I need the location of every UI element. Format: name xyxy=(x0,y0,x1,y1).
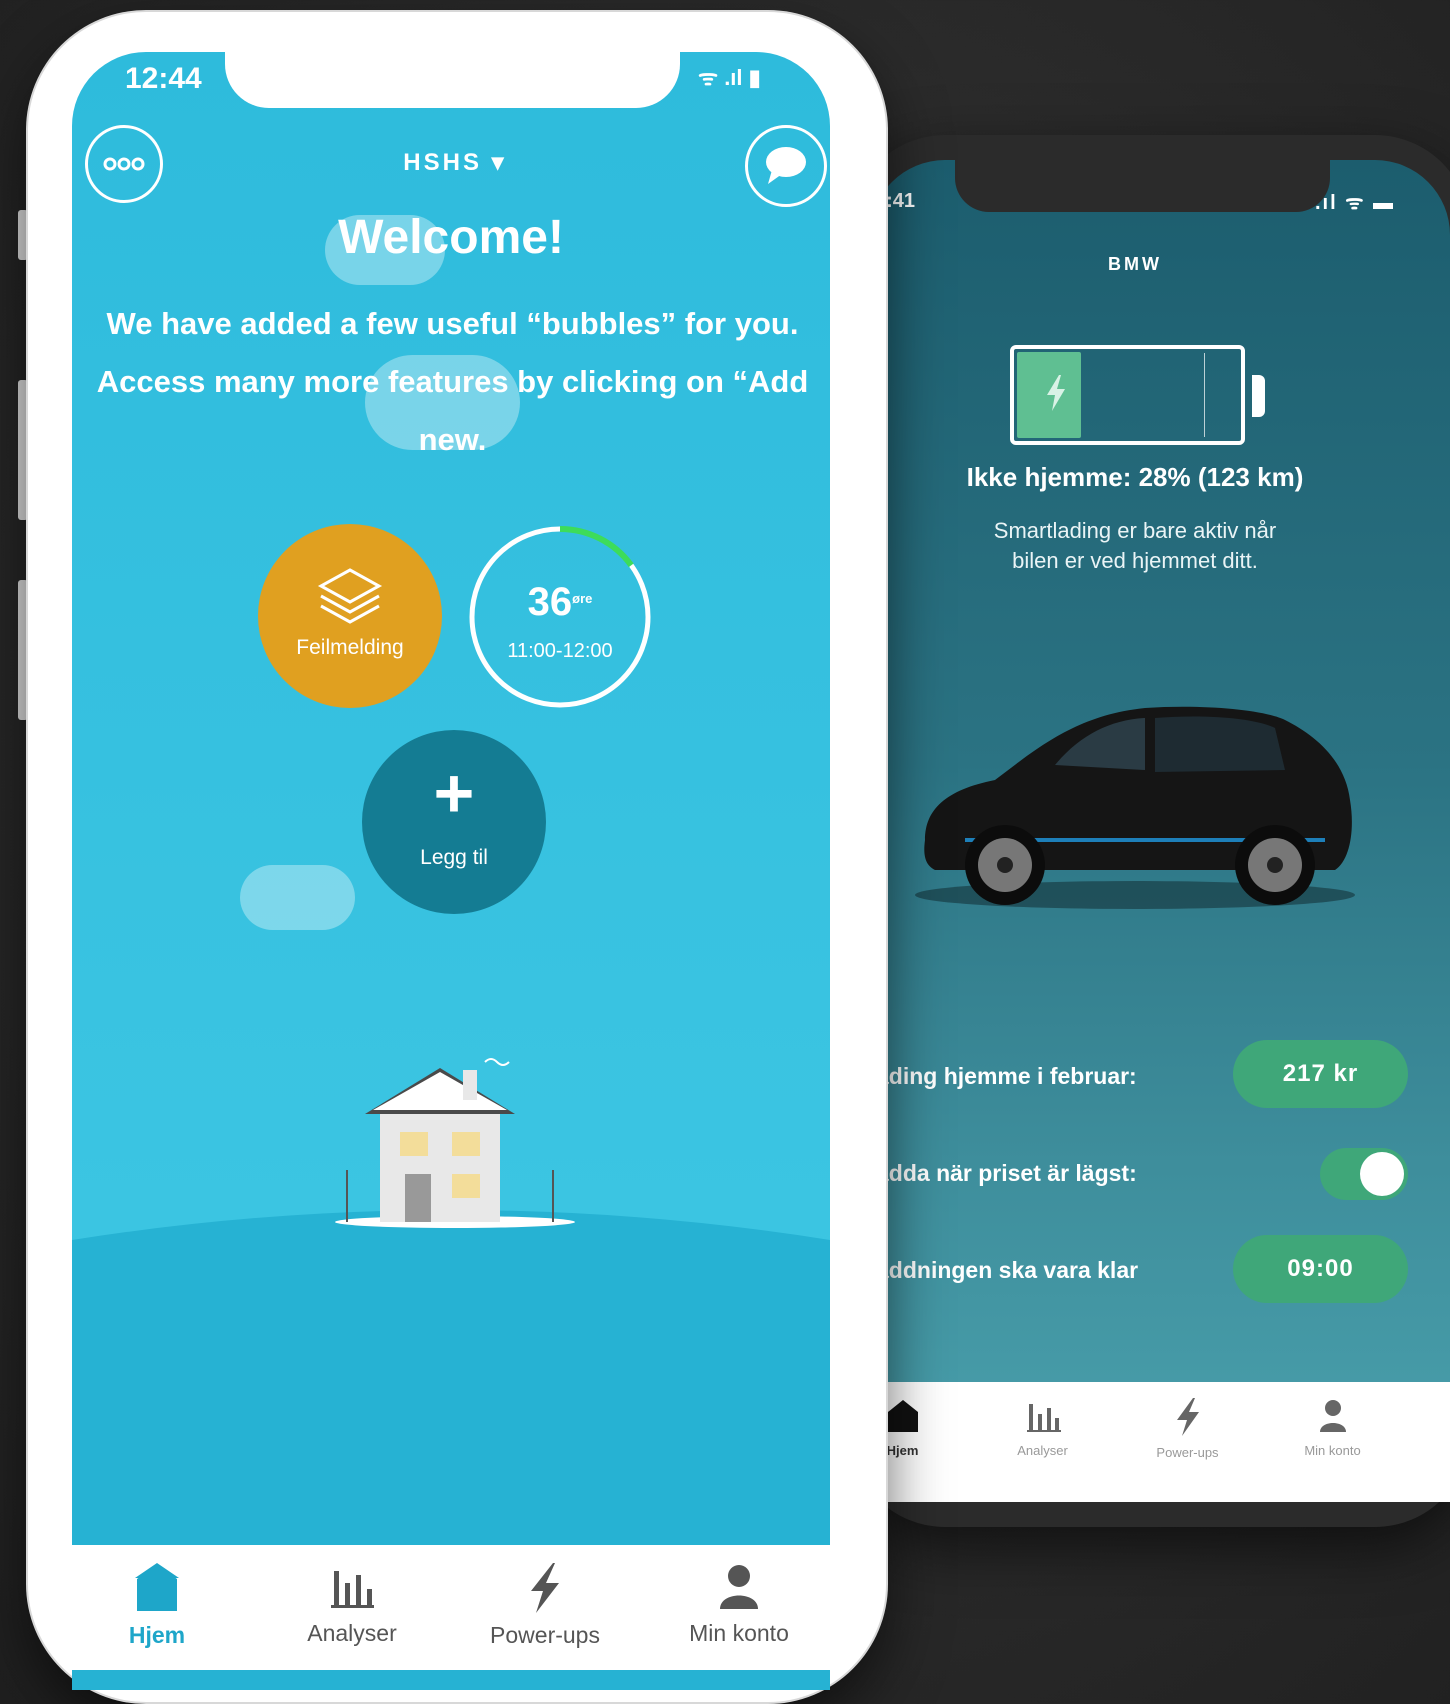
user-icon xyxy=(1319,1400,1346,1432)
nav-item-powerups[interactable]: Power-ups xyxy=(450,1545,640,1670)
plus-icon: + xyxy=(433,754,475,832)
welcome-line-3: new. xyxy=(418,422,487,457)
price-unit: øre xyxy=(572,591,593,606)
nav-item-konto-secondary[interactable]: Min konto xyxy=(1260,1382,1405,1502)
price-value: 36øre xyxy=(465,580,655,625)
primary-phone-notch xyxy=(225,52,680,108)
layers-icon xyxy=(317,568,383,624)
status-icons: ᯤ .ıl ▮ xyxy=(698,65,761,90)
battery-tip xyxy=(1252,375,1265,417)
nav-item-min-konto[interactable]: Min konto xyxy=(644,1545,834,1670)
ready-time-value[interactable]: 09:00 xyxy=(1233,1235,1408,1303)
home-icon xyxy=(135,1563,179,1611)
battery-threshold-mark xyxy=(1204,353,1205,437)
add-label: Legg til xyxy=(420,846,488,869)
car-image xyxy=(915,706,1355,909)
chat-button[interactable] xyxy=(745,125,827,207)
mute-switch xyxy=(18,210,28,260)
nav-label: Power-ups xyxy=(1156,1445,1219,1460)
primary-bottom-nav: Hjem Analyser Power-ups Min konto xyxy=(72,1545,830,1670)
welcome-title: Welcome! xyxy=(338,211,564,264)
welcome-message: We have added a few useful “bubbles” for… xyxy=(80,295,825,469)
ellipsis-icon xyxy=(103,157,145,171)
vehicle-title[interactable]: BMW xyxy=(870,254,1400,275)
charging-cost-label: ading hjemme i februar: xyxy=(876,1063,1137,1089)
nav-label: Min konto xyxy=(689,1620,789,1646)
user-icon xyxy=(720,1565,758,1609)
charging-cost-value[interactable]: 217 kr xyxy=(1233,1040,1408,1108)
account-selector[interactable]: HSHS ▾ xyxy=(380,148,530,177)
bar-chart-icon xyxy=(1026,1404,1061,1432)
toggle-knob xyxy=(1360,1152,1404,1196)
nav-item-hjem[interactable]: Hjem xyxy=(62,1545,252,1670)
cheapest-price-toggle[interactable] xyxy=(1320,1148,1408,1200)
note-line-1: Smartlading er bare aktiv når xyxy=(993,518,1277,543)
nav-label: Analyser xyxy=(307,1620,397,1646)
cheapest-price-label: adda när priset är lägst: xyxy=(876,1160,1137,1186)
fault-report-label: Feilmelding xyxy=(296,636,404,659)
status-icons: .ıl ᯤ ▬ xyxy=(1315,192,1396,214)
nav-item-analyser[interactable]: Analyser xyxy=(257,1545,447,1670)
home-icon xyxy=(887,1400,918,1432)
nav-item-powerups-secondary[interactable]: Power-ups xyxy=(1115,1382,1260,1502)
nav-label: Power-ups xyxy=(490,1622,600,1648)
secondary-phone-notch xyxy=(955,160,1330,212)
menu-button[interactable] xyxy=(85,125,163,203)
fault-report-bubble[interactable]: Feilmelding xyxy=(258,524,442,708)
note-line-2: bilen er ved hjemmet ditt. xyxy=(1012,548,1258,573)
welcome-line-2: Access many more features by clicking on… xyxy=(96,364,809,399)
volume-down-button xyxy=(18,580,28,720)
price-time-range: 11:00-12:00 xyxy=(507,640,613,662)
nav-label: Hjem xyxy=(128,1622,186,1648)
nav-label: Min konto xyxy=(1304,1443,1361,1458)
volume-up-button xyxy=(18,380,28,520)
nav-item-analyser-secondary[interactable]: Analyser xyxy=(970,1382,1115,1502)
price-number: 36 xyxy=(527,580,573,624)
charge-status: Ikke hjemme: 28% (123 km) xyxy=(966,462,1304,492)
smart-charging-note: Smartlading er bare aktiv når bilen er v… xyxy=(930,516,1340,576)
bar-chart-icon xyxy=(331,1571,374,1608)
house-illustration xyxy=(335,1058,575,1228)
lightning-icon xyxy=(531,1563,559,1613)
secondary-bottom-nav: Hjem Analyser Power-ups Min konto xyxy=(870,1382,1450,1502)
welcome-line-1: We have added a few useful “bubbles” for… xyxy=(106,306,799,341)
nav-label: Analyser xyxy=(1017,1443,1068,1458)
add-bubble-button[interactable]: + Legg til xyxy=(362,730,546,914)
ready-time-label: addningen ska vara klar xyxy=(876,1257,1139,1283)
status-time: 12:44 xyxy=(125,62,202,95)
chat-bubble-icon xyxy=(766,147,806,184)
lightning-icon xyxy=(1047,375,1065,411)
cloud-decoration xyxy=(240,865,355,930)
lightning-icon xyxy=(1176,1398,1199,1436)
